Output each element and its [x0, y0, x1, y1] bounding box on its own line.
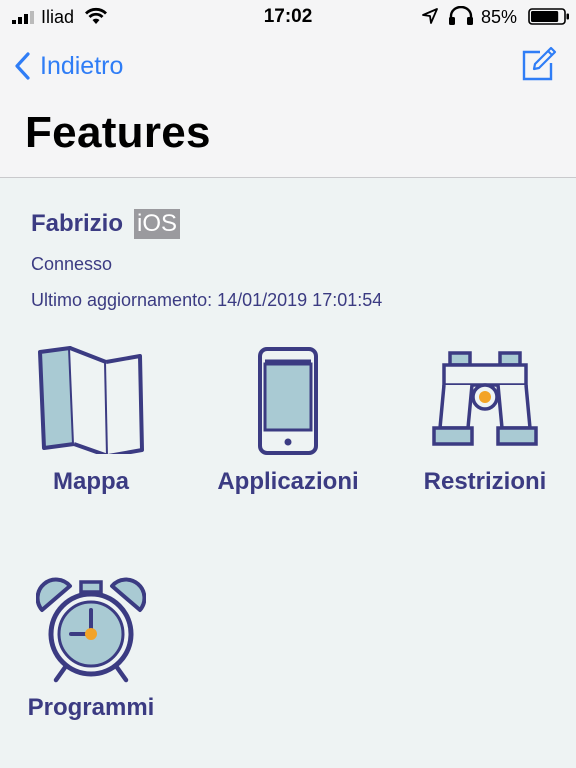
feature-map-label: Mappa	[52, 468, 129, 495]
device-header: Fabrizio iOS	[31, 208, 181, 240]
headphones-icon	[449, 6, 473, 25]
feature-schedules[interactable]: Programmi	[0, 570, 190, 730]
feature-restrictions[interactable]: Restrizioni	[400, 340, 570, 510]
smartphone-icon	[258, 347, 318, 455]
feature-restrictions-label: Restrizioni	[423, 468, 547, 495]
status-bar: Iliad 17:02 85%	[0, 0, 576, 34]
compose-icon[interactable]	[520, 45, 558, 83]
back-button-label: Indietro	[40, 51, 124, 80]
page-title: Features	[25, 108, 211, 157]
feature-map[interactable]: Mappa	[0, 340, 190, 510]
feature-applications[interactable]: Applicazioni	[200, 340, 380, 510]
device-name: Fabrizio	[31, 210, 124, 237]
feature-applications-label: Applicazioni	[217, 468, 359, 495]
connection-status: Connesso	[31, 254, 113, 274]
chevron-left-icon	[15, 52, 30, 80]
last-update: Ultimo aggiornamento: 14/01/2019 17:01:5…	[31, 290, 383, 310]
battery-percent: 85%	[481, 7, 518, 27]
battery-icon	[528, 8, 569, 25]
navigation-header: Iliad 17:02 85% Indietro Features	[0, 0, 576, 178]
back-button[interactable]: Indietro	[12, 50, 123, 82]
feature-schedules-label: Programmi	[27, 694, 155, 721]
map-icon	[38, 346, 144, 454]
alarm-clock-icon	[36, 577, 146, 683]
binoculars-icon	[432, 351, 538, 446]
os-badge: iOS	[134, 209, 181, 239]
location-arrow-icon	[422, 8, 438, 24]
